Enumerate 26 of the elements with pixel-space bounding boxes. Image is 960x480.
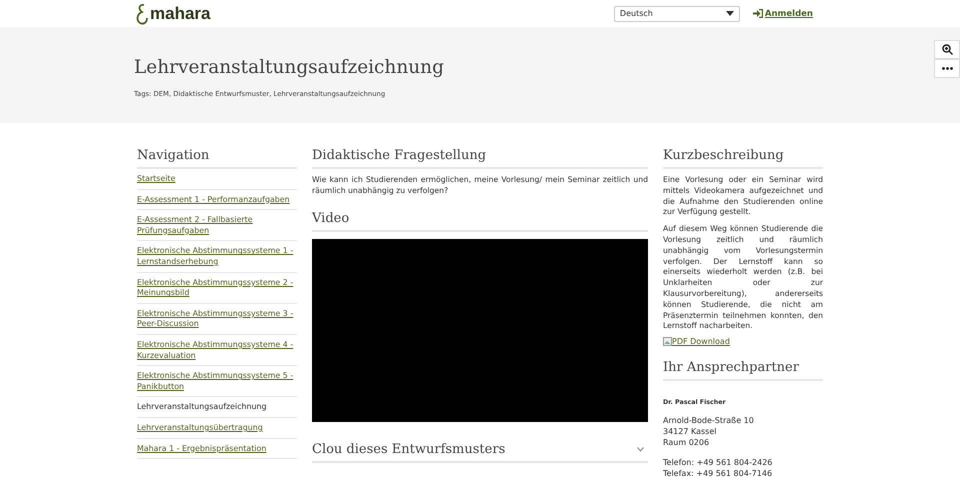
- section-heading: Didaktische Fragestellung: [312, 148, 648, 169]
- zoom-in-button[interactable]: [934, 40, 960, 59]
- dropdown-caret-icon: [726, 11, 734, 16]
- section-heading: Ihr Ansprechpartner: [663, 360, 823, 382]
- broken-image-icon: [663, 337, 672, 346]
- chevron-icon: [637, 446, 644, 452]
- zoom-in-icon: [942, 44, 952, 55]
- section-heading: Video: [312, 210, 648, 232]
- section-heading: Clou dieses Entwurfsmusters: [312, 442, 506, 457]
- address-line: Raum 0206: [663, 437, 710, 448]
- address-line: 34127 Kassel: [663, 426, 718, 438]
- logo-icon: [135, 2, 149, 24]
- address-line: Arnold-Bode-Straße 10: [663, 415, 755, 426]
- more-button[interactable]: [934, 59, 960, 78]
- phone-line: Telefax: +49 561 804-7146: [663, 468, 774, 480]
- pdf-download-link[interactable]: PDF Download: [663, 337, 823, 346]
- login-icon: [752, 9, 763, 18]
- navigation-heading: Navigation: [137, 148, 297, 169]
- login-link[interactable]: Anmelden: [752, 8, 813, 18]
- language-select[interactable]: Deutsch: [614, 6, 740, 22]
- section-heading: Kurzbeschreibung: [663, 148, 823, 169]
- more-icon: [942, 67, 952, 70]
- clou-accordion-header[interactable]: Clou dieses Entwurfsmusters: [312, 442, 648, 463]
- page-title: Lehrveranstaltungsaufzeichnung: [134, 57, 444, 78]
- phone-line: Telefon: +49 561 804-2426: [663, 457, 774, 468]
- logo-text[interactable]: mahara: [150, 4, 210, 24]
